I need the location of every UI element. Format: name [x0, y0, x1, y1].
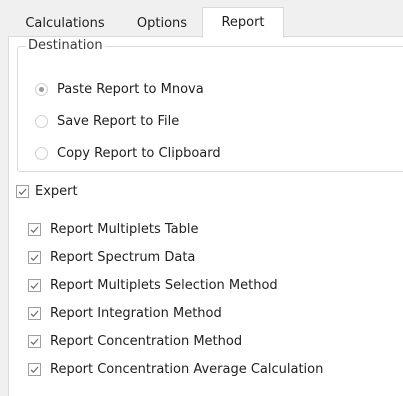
check-mark-icon: [18, 188, 27, 195]
checkbox-icon[interactable]: [28, 362, 41, 376]
radio-copy-report-to-clipboard[interactable]: Copy Report to Clipboard: [35, 144, 221, 162]
tab-calculations[interactable]: Calculations: [8, 11, 122, 36]
check-mark-icon: [30, 226, 39, 233]
check-mark-icon: [30, 310, 39, 317]
radio-label: Copy Report to Clipboard: [57, 145, 221, 161]
radio-save-report-to-file[interactable]: Save Report to File: [35, 112, 179, 130]
checkbox-report-multiplets-table[interactable]: Report Multiplets Table: [28, 220, 198, 238]
check-mark-icon: [30, 254, 39, 261]
radio-label: Paste Report to Mnova: [57, 81, 204, 97]
checkbox-icon[interactable]: [28, 222, 41, 236]
radio-paste-report-to-mnova[interactable]: Paste Report to Mnova: [35, 80, 204, 98]
checkbox-report-integration-method[interactable]: Report Integration Method: [28, 304, 222, 322]
destination-group-title: Destination: [26, 38, 105, 53]
checkbox-label: Report Multiplets Table: [50, 221, 199, 237]
checkbox-label: Report Multiplets Selection Method: [50, 277, 278, 293]
radio-selected-dot-icon: [39, 86, 44, 92]
tab-options[interactable]: Options: [122, 11, 202, 36]
checkbox-label: Report Integration Method: [50, 305, 222, 321]
checkbox-icon[interactable]: [28, 334, 41, 348]
radio-label: Save Report to File: [57, 113, 180, 129]
checkbox-label: Report Spectrum Data: [50, 249, 196, 265]
radio-button-icon[interactable]: [35, 82, 48, 96]
checkbox-icon[interactable]: [28, 306, 41, 320]
checkbox-report-spectrum-data[interactable]: Report Spectrum Data: [28, 248, 195, 266]
check-mark-icon: [30, 338, 39, 345]
tab-report[interactable]: Report: [202, 7, 284, 38]
checkbox-icon[interactable]: [16, 184, 29, 198]
checkbox-report-multiplets-selection-method[interactable]: Report Multiplets Selection Method: [28, 276, 278, 294]
radio-button-icon[interactable]: [35, 114, 48, 128]
checkbox-report-concentration-method[interactable]: Report Concentration Method: [28, 332, 242, 350]
destination-groupbox: Destination Paste Report to Mnova Save R…: [17, 38, 403, 172]
check-mark-icon: [30, 282, 39, 289]
checkbox-label: Report Concentration Method: [50, 333, 243, 349]
checkbox-icon[interactable]: [28, 278, 41, 292]
check-mark-icon: [30, 366, 39, 373]
checkbox-icon[interactable]: [28, 250, 41, 264]
tab-strip: Calculations Options Report: [8, 7, 403, 38]
report-tab-pane: Destination Paste Report to Mnova Save R…: [8, 36, 403, 396]
checkbox-label: Report Concentration Average Calculation: [50, 361, 324, 377]
checkbox-expert[interactable]: Expert: [16, 182, 78, 200]
checkbox-label: Expert: [35, 183, 78, 199]
radio-button-icon[interactable]: [35, 146, 48, 160]
checkbox-report-concentration-average-calculation[interactable]: Report Concentration Average Calculation: [28, 360, 323, 378]
